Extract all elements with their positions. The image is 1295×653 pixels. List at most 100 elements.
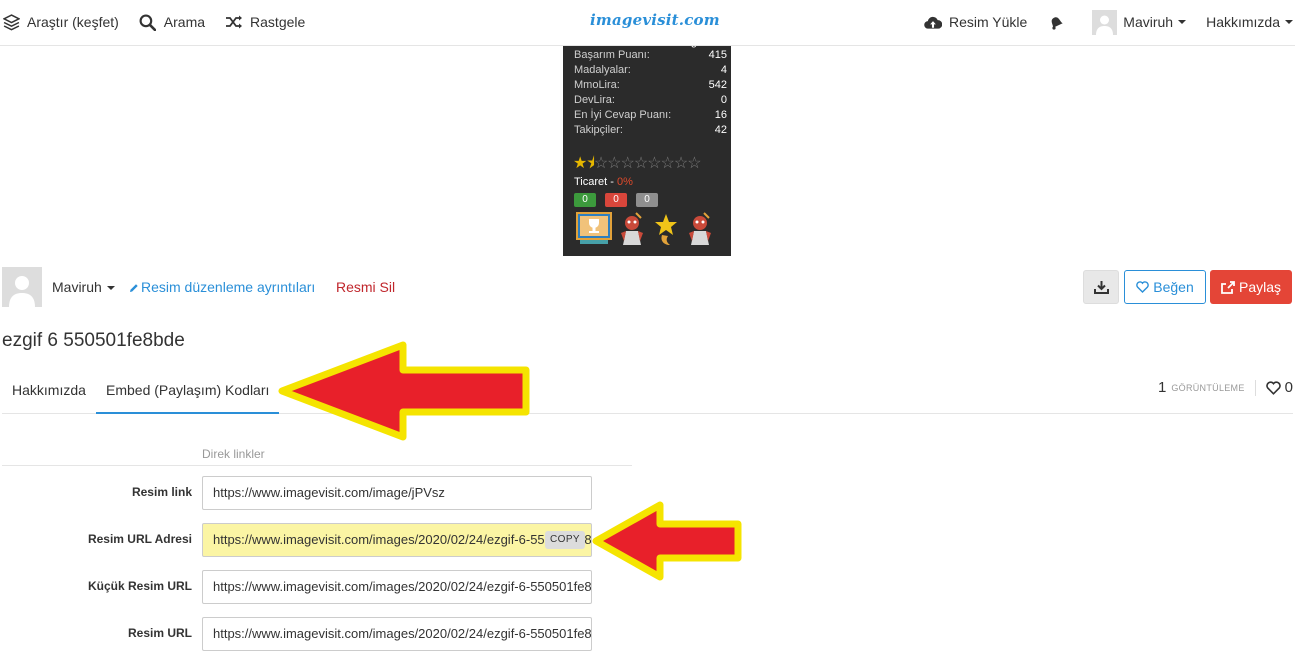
trade-neutral-badge: 0 — [636, 193, 658, 207]
image-tabs: Hakkımızda Embed (Paylaşım) Kodları 1 GÖ… — [2, 366, 1293, 414]
view-count: 1 — [1158, 379, 1167, 396]
delete-image-link[interactable]: Resmi Sil — [336, 279, 395, 295]
view-count-label: GÖRÜNTÜLEME — [1171, 382, 1245, 393]
avatar — [1092, 9, 1118, 35]
character-medal-icon — [621, 212, 643, 245]
trade-status: Ticaret - 0% — [574, 176, 633, 188]
signature-stat-row: Başarım Puanı: 415 — [563, 48, 731, 63]
like-count: 0 — [1284, 379, 1293, 396]
forum-signature-image: Online Süresi:02g 0s 5dBaşarım Puanı:415… — [563, 46, 731, 256]
nav-explore-label: Araştır (keşfet) — [27, 14, 119, 30]
section-direct-links: Direk linkler — [202, 447, 265, 461]
star-icon: ☆ — [647, 155, 661, 172]
nav-notifications[interactable] — [1047, 0, 1072, 44]
field-label-image-url: Resim URL Adresi — [87, 532, 192, 546]
character-medal-icon — [689, 212, 711, 245]
image-url-value: https://www.imagevisit.com/images/2020/0… — [213, 532, 592, 547]
thumbnail-url-input[interactable]: https://www.imagevisit.com/images/2020/0… — [202, 570, 592, 604]
owner-avatar[interactable] — [2, 267, 42, 307]
nav-right: Resim Yükle Maviruh Hakkımızda — [904, 0, 1293, 44]
nav-about-label: Hakkımızda — [1206, 14, 1280, 30]
trade-positive-badge: 0 — [574, 193, 596, 207]
rating-stars: ★⯨☆☆☆☆☆☆☆☆ — [573, 152, 702, 179]
caret-down-icon — [106, 286, 115, 291]
field-label-image-link: Resim link — [131, 485, 192, 499]
tab-embed-codes[interactable]: Embed (Paylaşım) Kodları — [96, 366, 280, 414]
image-url-input[interactable]: https://www.imagevisit.com/images/2020/0… — [202, 523, 592, 557]
nav-user-menu[interactable]: Maviruh — [1092, 0, 1187, 44]
share-label: Paylaş — [1238, 279, 1282, 295]
medium-url-value: https://www.imagevisit.com/images/2020/0… — [213, 626, 592, 641]
signature-stat-value: 42 — [714, 124, 727, 136]
trade-label: Ticaret - — [574, 176, 617, 188]
edit-details-label: Resim düzenleme ayrıntıları — [141, 279, 316, 295]
heart-icon — [1265, 380, 1281, 395]
like-button[interactable]: Beğen — [1124, 270, 1206, 304]
layers-icon — [2, 13, 20, 31]
star-icon: ★ — [573, 155, 587, 172]
section-divider — [2, 465, 632, 466]
field-label-medium-url: Resim URL — [127, 626, 192, 640]
edit-details-link[interactable]: Resim düzenleme ayrıntıları — [129, 279, 315, 295]
share-button[interactable]: Paylaş — [1210, 270, 1292, 304]
image-link-input[interactable]: https://www.imagevisit.com/image/jPVsz — [202, 476, 592, 510]
share-icon — [1221, 280, 1235, 294]
trade-badges: 0 0 0 — [574, 193, 658, 207]
signature-stat-value: 0 — [720, 94, 727, 106]
nav-random[interactable]: Rastgele — [225, 0, 315, 44]
image-title: ezgif 6 550501fe8bde — [2, 330, 185, 351]
signature-stat-row: En İyi Cevap Puanı: 16 — [563, 108, 731, 123]
star-trophy-icon — [655, 214, 677, 245]
signature-stat-value: 4 — [720, 64, 727, 76]
medium-url-input[interactable]: https://www.imagevisit.com/images/2020/0… — [202, 617, 592, 651]
medals — [576, 211, 714, 247]
tab-about[interactable]: Hakkımızda — [2, 366, 96, 414]
nav-search[interactable]: Arama — [139, 0, 215, 44]
star-icon: ⯨ — [586, 153, 595, 172]
trade-percent: 0% — [617, 176, 633, 188]
nav-explore[interactable]: Araştır (keşfet) — [2, 0, 129, 44]
star-icon: ☆ — [633, 155, 648, 172]
trophy-monitor-icon — [576, 212, 612, 244]
signature-stat-label: En İyi Cevap Puanı: — [574, 109, 672, 121]
shuffle-icon — [225, 13, 243, 31]
image-stats: 1 GÖRÜNTÜLEME 0 — [1158, 379, 1293, 396]
search-icon — [139, 13, 157, 31]
nav-upload[interactable]: Resim Yükle — [924, 0, 1027, 44]
signature-stat-row: Takipçiler: 42 — [563, 123, 731, 138]
nav-user-label: Maviruh — [1123, 14, 1174, 30]
site-logo[interactable]: imagevisit.com — [590, 11, 720, 29]
image-owner-bar: Maviruh Resim düzenleme ayrıntıları Resm… — [2, 267, 1293, 307]
star-icon: ☆ — [673, 155, 688, 172]
signature-stat-value: 16 — [714, 109, 727, 121]
owner-menu[interactable]: Maviruh — [52, 279, 115, 295]
signature-stat-label: DevLira: — [574, 94, 615, 106]
nav-upload-label: Resim Yükle — [948, 14, 1028, 30]
signature-stat-label: MmoLira: — [574, 79, 620, 91]
pencil-icon — [130, 284, 138, 292]
nav-search-label: Arama — [163, 14, 206, 30]
download-button[interactable] — [1083, 270, 1119, 304]
signature-stat-row: MmoLira: 542 — [563, 78, 731, 93]
signature-stat-label: Başarım Puanı: — [574, 49, 650, 61]
signature-stat-label: Madalyalar: — [574, 64, 631, 76]
signature-stats: Online Süresi:02g 0s 5dBaşarım Puanı:415… — [563, 46, 731, 138]
star-icon: ☆ — [620, 155, 635, 172]
signature-stat-row: Madalyalar: 4 — [563, 63, 731, 78]
star-icon: ☆ — [660, 155, 675, 172]
annotation-arrow-tab — [278, 341, 530, 441]
copy-button[interactable]: COPY — [545, 531, 585, 549]
annotation-arrow-copy — [592, 501, 742, 581]
star-icon: ☆ — [607, 155, 621, 172]
star-icon: ☆ — [687, 155, 701, 172]
heart-icon — [1136, 281, 1150, 293]
signature-stat-row: DevLira: 0 — [563, 93, 731, 108]
star-icon: ☆ — [593, 155, 608, 172]
owner-name: Maviruh — [52, 279, 102, 295]
nav-random-label: Rastgele — [250, 14, 306, 30]
nav-about-menu[interactable]: Hakkımızda — [1206, 0, 1293, 44]
signature-stat-label: Takipçiler: — [574, 124, 623, 136]
like-counter[interactable]: 0 — [1265, 379, 1293, 396]
image-link-value: https://www.imagevisit.com/image/jPVsz — [213, 485, 445, 500]
caret-down-icon — [1178, 20, 1187, 24]
